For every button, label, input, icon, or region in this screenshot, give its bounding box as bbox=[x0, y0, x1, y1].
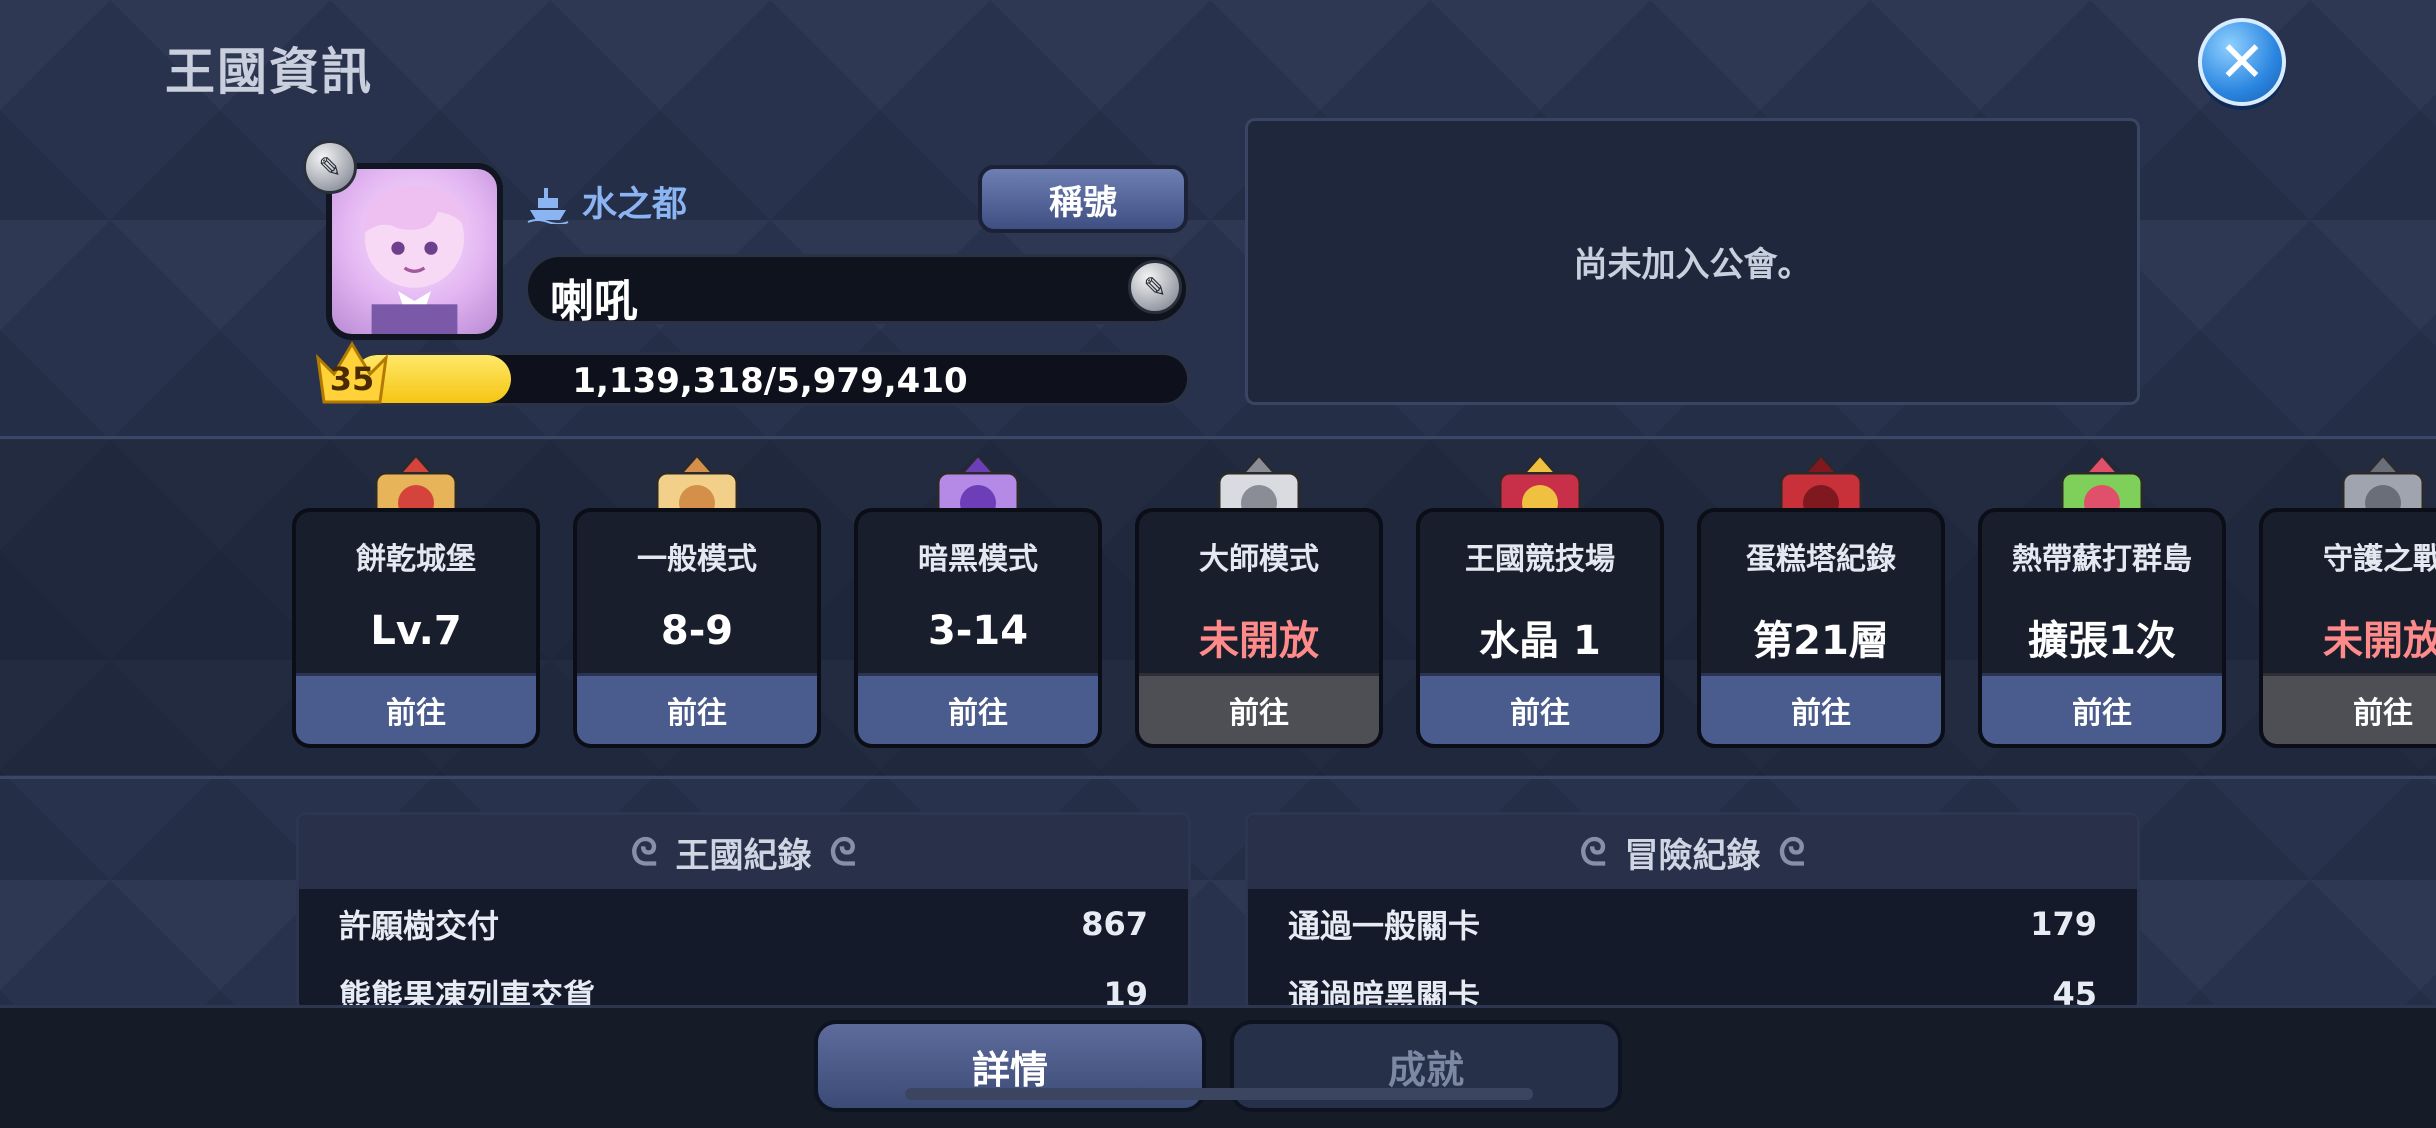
mode-card: 一般模式 8-9 前往 bbox=[573, 508, 821, 748]
mode-go-button[interactable]: 前往 bbox=[1420, 673, 1660, 744]
mode-value: 3-14 bbox=[927, 608, 1029, 654]
player-name: 喇吼 bbox=[550, 276, 638, 327]
mode-card: 守護之戰 未開放 前往 bbox=[2259, 508, 2436, 748]
pencil-icon: ✎ bbox=[318, 150, 342, 184]
mode-card: 熱帶蘇打群島 擴張1次 前往 bbox=[1978, 508, 2226, 748]
mode-card: 大師模式 未開放 前往 bbox=[1135, 508, 1383, 748]
stat-label: 通過一般關卡 bbox=[1288, 907, 1481, 945]
xp-bar: 1,139,318/5,979,410 bbox=[350, 352, 1190, 406]
adventure-records-panel: ᘓ 冒險紀錄 ᘓ 通過一般關卡 179 通過暗黑關卡 45 bbox=[1245, 812, 2140, 1012]
close-icon: ✕ bbox=[2218, 29, 2266, 95]
kingdom-records-panel: ᘓ 王國紀錄 ᘓ 許願樹交付 867 熊熊果凍列車交貨 19 bbox=[296, 812, 1191, 1012]
edit-name-button[interactable]: ✎ bbox=[1128, 260, 1182, 314]
edit-avatar-button[interactable]: ✎ bbox=[303, 140, 357, 194]
mode-value: 未開放 bbox=[2323, 618, 2436, 664]
page-title: 王國資訊 bbox=[165, 43, 373, 101]
guild-status: 尚未加入公會。 bbox=[1573, 245, 1812, 285]
stat-row: 通過一般關卡 179 bbox=[1248, 889, 2137, 959]
scroll-indicator[interactable] bbox=[905, 1088, 1533, 1100]
swirl-icon: ᘓ bbox=[829, 829, 857, 874]
mode-value: 擴張1次 bbox=[2028, 618, 2176, 664]
swirl-icon: ᘓ bbox=[1579, 829, 1607, 874]
mode-value: 第21層 bbox=[1753, 618, 1889, 664]
mode-go-button[interactable]: 前往 bbox=[858, 673, 1098, 744]
mode-value: 未開放 bbox=[1199, 618, 1319, 664]
kingdom-records-header: ᘓ 王國紀錄 ᘓ bbox=[299, 815, 1188, 889]
xp-text: 1,139,318/5,979,410 bbox=[572, 361, 968, 401]
mode-card: 暗黑模式 3-14 前往 bbox=[854, 508, 1102, 748]
mode-label: 一般模式 bbox=[637, 542, 757, 577]
mode-value: 8-9 bbox=[660, 608, 734, 654]
adventure-records-title: 冒險紀錄 bbox=[1624, 835, 1761, 876]
mode-label: 守護之戰 bbox=[2323, 542, 2436, 577]
kingdom-row: 水之都 bbox=[526, 176, 687, 227]
ship-icon bbox=[527, 187, 569, 224]
mode-label: 蛋糕塔紀錄 bbox=[1746, 542, 1896, 577]
mode-label: 大師模式 bbox=[1199, 542, 1319, 577]
mode-label: 王國競技場 bbox=[1465, 542, 1615, 577]
stat-value: 867 bbox=[1081, 905, 1148, 943]
bottom-tab-bar bbox=[0, 1005, 2436, 1128]
mode-go-button[interactable]: 前往 bbox=[296, 673, 536, 744]
mode-label: 餅乾城堡 bbox=[356, 542, 476, 577]
divider bbox=[0, 776, 2436, 779]
mode-go-button[interactable]: 前往 bbox=[2263, 673, 2436, 744]
adventure-records-header: ᘓ 冒險紀錄 ᘓ bbox=[1248, 815, 2137, 889]
mode-go-button[interactable]: 前往 bbox=[577, 673, 817, 744]
close-button[interactable]: ✕ bbox=[2198, 18, 2286, 106]
mode-card: 王國競技場 水晶 1 前往 bbox=[1416, 508, 1664, 748]
stat-label: 許願樹交付 bbox=[339, 907, 500, 945]
mode-label: 熱帶蘇打群島 bbox=[2012, 542, 2192, 577]
mode-go-button[interactable]: 前往 bbox=[1139, 673, 1379, 744]
cookie-portrait-icon bbox=[361, 185, 471, 334]
mode-card: 餅乾城堡 Lv.7 前往 bbox=[292, 508, 540, 748]
kingdom-name: 水之都 bbox=[582, 185, 688, 225]
divider bbox=[0, 436, 2436, 439]
pencil-icon: ✎ bbox=[1143, 270, 1167, 304]
player-name-field: 喇吼 bbox=[525, 254, 1189, 327]
mode-go-button[interactable]: 前往 bbox=[1701, 673, 1941, 744]
guild-panel: 尚未加入公會。 bbox=[1245, 118, 2140, 405]
mode-go-button[interactable]: 前往 bbox=[1982, 673, 2222, 744]
stat-row: 許願樹交付 867 bbox=[299, 889, 1188, 959]
swirl-icon: ᘓ bbox=[630, 829, 658, 874]
stat-value: 179 bbox=[2030, 905, 2097, 943]
kingdom-records-title: 王國紀錄 bbox=[675, 835, 812, 876]
swirl-icon: ᘓ bbox=[1778, 829, 1806, 874]
mode-value: 水晶 1 bbox=[1479, 618, 1601, 664]
title-button[interactable]: 稱號 bbox=[978, 165, 1188, 233]
mode-card: 蛋糕塔紀錄 第21層 前往 bbox=[1697, 508, 1945, 748]
mode-value: Lv.7 bbox=[370, 608, 462, 654]
mode-label: 暗黑模式 bbox=[918, 542, 1038, 577]
player-level: 35 bbox=[329, 360, 375, 398]
avatar[interactable] bbox=[326, 163, 503, 340]
